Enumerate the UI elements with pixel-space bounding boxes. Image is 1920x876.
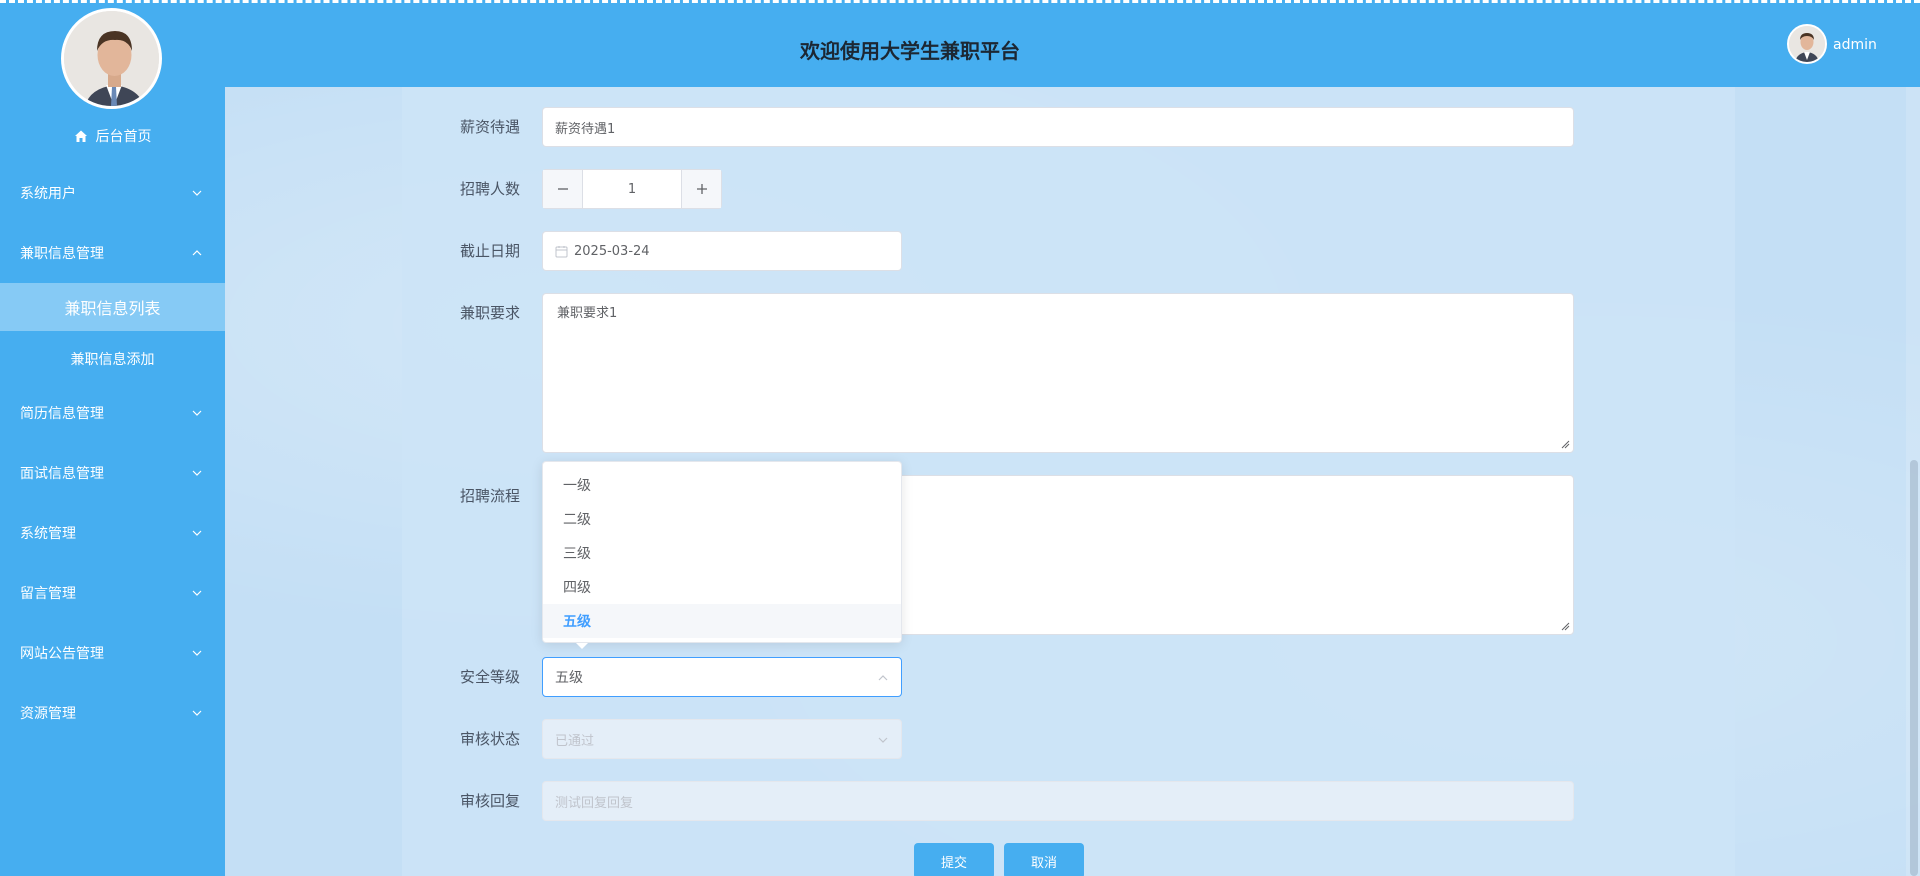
plus-icon xyxy=(696,184,707,194)
review-reply-input: 测试回复回复 xyxy=(542,781,1574,821)
salary-label: 薪资待遇 xyxy=(459,118,520,136)
dropdown-arrow xyxy=(576,643,588,649)
sidebar-item-system-users[interactable]: 系统用户 xyxy=(0,173,225,213)
calendar-icon xyxy=(555,245,568,257)
sidebar-subitem-job-info-list[interactable]: 兼职信息列表 xyxy=(0,283,225,331)
review-status-label: 审核状态 xyxy=(459,730,520,748)
resize-handle-icon[interactable] xyxy=(1561,440,1570,449)
chevron-up-icon xyxy=(878,675,888,681)
process-label: 招聘流程 xyxy=(459,487,520,505)
review-status-select: 已通过 xyxy=(542,719,902,759)
requirement-textarea[interactable]: 兼职要求1 xyxy=(542,293,1574,453)
user-avatar[interactable] xyxy=(1787,24,1827,64)
sidebar-subitem-job-info-add[interactable]: 兼职信息添加 xyxy=(0,335,225,383)
option-level-3[interactable]: 三级 xyxy=(543,536,901,570)
chevron-down-icon xyxy=(192,470,202,476)
sidebar-item-resume-management[interactable]: 简历信息管理 xyxy=(0,393,225,433)
deadline-label: 截止日期 xyxy=(459,242,520,260)
home-icon xyxy=(74,130,87,142)
security-level-select[interactable]: 五级 xyxy=(542,657,902,697)
headcount-value[interactable]: 1 xyxy=(583,170,681,208)
salary-input[interactable]: 薪资待遇1 xyxy=(542,107,1574,147)
sidebar-item-resource-management[interactable]: 资源管理 xyxy=(0,693,225,733)
deadline-date-picker[interactable]: 2025-03-24 xyxy=(542,231,902,271)
submit-button[interactable]: 提交 xyxy=(914,843,994,876)
option-level-5[interactable]: 五级 xyxy=(543,604,901,638)
avatar xyxy=(61,8,162,109)
chevron-down-icon xyxy=(192,590,202,596)
cancel-button[interactable]: 取消 xyxy=(1004,843,1084,876)
sidebar-home-label: 后台首页 xyxy=(95,129,152,145)
headcount-label: 招聘人数 xyxy=(459,180,520,198)
security-level-dropdown: 一级 二级 三级 四级 五级 xyxy=(542,461,902,643)
page-title: 欢迎使用大学生兼职平台 xyxy=(800,39,1020,63)
username[interactable]: admin xyxy=(1833,37,1877,53)
chevron-down-icon xyxy=(878,737,888,743)
sidebar-item-job-info-management[interactable]: 兼职信息管理 xyxy=(0,233,225,273)
resize-handle-icon[interactable] xyxy=(1561,622,1570,631)
sidebar-item-interview-management[interactable]: 面试信息管理 xyxy=(0,453,225,493)
sidebar: 后台首页 系统用户 兼职信息管理 兼职信息列表 兼职信息添加 简历信息管理 面试… xyxy=(0,0,225,876)
headcount-stepper[interactable]: 1 xyxy=(542,169,722,209)
option-level-4[interactable]: 四级 xyxy=(543,570,901,604)
sidebar-home[interactable]: 后台首页 xyxy=(0,122,225,150)
option-level-2[interactable]: 二级 xyxy=(543,502,901,536)
header: 欢迎使用大学生兼职平台 admin xyxy=(225,7,1920,87)
chevron-down-icon xyxy=(192,530,202,536)
security-level-label: 安全等级 xyxy=(459,668,520,686)
chevron-up-icon xyxy=(192,250,202,256)
decrease-button[interactable] xyxy=(543,170,583,208)
chevron-down-icon xyxy=(192,710,202,716)
review-reply-label: 审核回复 xyxy=(459,792,520,810)
chevron-down-icon xyxy=(192,410,202,416)
minus-icon xyxy=(557,188,568,190)
top-strip xyxy=(0,0,1920,7)
sidebar-item-message-management[interactable]: 留言管理 xyxy=(0,573,225,613)
requirement-label: 兼职要求 xyxy=(459,304,520,322)
chevron-down-icon xyxy=(192,650,202,656)
sidebar-item-system-management[interactable]: 系统管理 xyxy=(0,513,225,553)
scrollbar-thumb[interactable] xyxy=(1910,460,1918,876)
option-level-1[interactable]: 一级 xyxy=(543,468,901,502)
sidebar-item-announcement-management[interactable]: 网站公告管理 xyxy=(0,633,225,673)
chevron-down-icon xyxy=(192,190,202,196)
increase-button[interactable] xyxy=(681,170,721,208)
